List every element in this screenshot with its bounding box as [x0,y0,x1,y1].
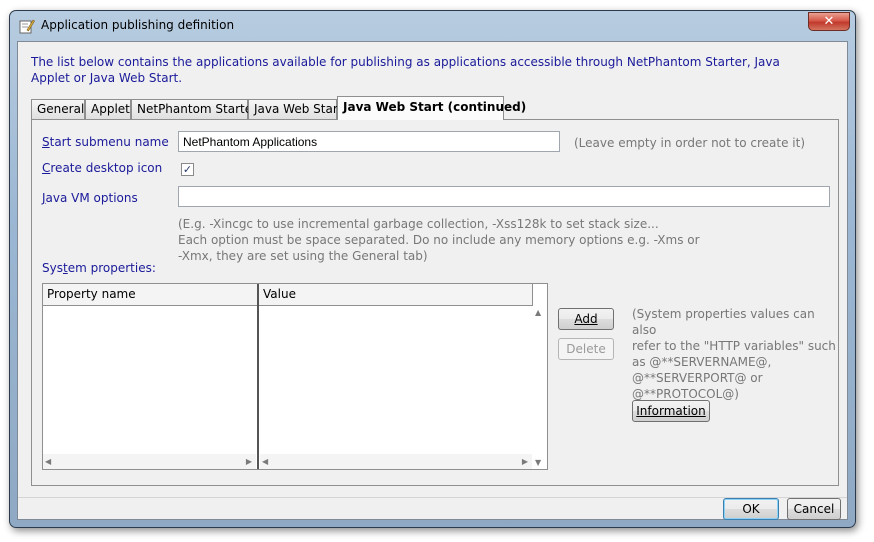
dialog-window: Application publishing definition ✕ The … [9,10,856,528]
start-submenu-hint: (Leave empty in order not to create it) [574,136,806,150]
jvm-hint-line: Each option must be space separated. Do … [178,233,700,247]
system-properties-table[interactable]: Property name Value ◀ ▶ ◀ ▶ ▲ ▼ [42,283,548,470]
tab-panel: Start submenu name (Leave empty in order… [31,119,839,486]
scroll-left-icon[interactable]: ◀ [45,457,51,466]
property-name-hscrollbar[interactable]: ◀ ▶ [43,454,256,469]
scroll-right-icon[interactable]: ▶ [522,457,528,466]
system-properties-label: System properties: [42,261,156,275]
desktop-icon-checkbox[interactable]: ✓ [181,163,194,176]
jvm-hint-line: -Xmx, they are set using the General tab… [178,249,428,263]
delete-button[interactable]: Delete [558,338,614,360]
column-divider [257,284,259,469]
value-hscrollbar[interactable]: ◀ ▶ [260,454,532,469]
pen-document-icon [19,19,35,34]
title-bar[interactable]: Application publishing definition ✕ [10,11,855,41]
tab-java-web-start[interactable]: Java Web Start [248,99,342,119]
tab-netphantom-starter[interactable]: NetPhantom Starter [131,99,257,119]
add-button[interactable]: Add [558,308,614,330]
note-line: as @**SERVERNAME@, [632,355,772,369]
note-line: @**SERVERPORT@ or [632,371,763,385]
desktop-icon-label: Create desktop icon [42,161,163,175]
start-submenu-label: Start submenu name [42,135,169,149]
checkmark-icon: ✓ [182,163,193,176]
intro-text: The list below contains the applications… [31,55,780,85]
window-title: Application publishing definition [41,18,235,32]
start-submenu-input[interactable] [178,131,560,152]
ok-button[interactable]: OK [723,498,779,520]
scroll-right-icon[interactable]: ▶ [246,457,252,466]
column-header-value[interactable]: Value [259,284,533,306]
cancel-button[interactable]: Cancel [787,498,841,520]
tab-applet[interactable]: Applet [85,99,131,119]
tab-general[interactable]: General [31,99,85,119]
jvm-options-hint: (E.g. -Xincgc to use incremental garbage… [178,216,700,264]
information-button[interactable]: Information [632,400,710,422]
scroll-up-icon[interactable]: ▲ [535,308,541,317]
close-icon: ✕ [823,14,835,29]
system-properties-note: (System properties values can also refer… [632,306,838,402]
scroll-left-icon[interactable]: ◀ [262,457,268,466]
note-line: refer to the "HTTP variables" such [632,339,836,353]
scroll-down-icon[interactable]: ▼ [535,458,541,467]
footer-divider [18,497,847,498]
close-button[interactable]: ✕ [808,12,850,31]
tab-java-web-start-continued[interactable]: Java Web Start (continued) [337,96,526,120]
table-vscrollbar[interactable]: ▲ ▼ [532,306,547,469]
jvm-hint-line: (E.g. -Xincgc to use incremental garbage… [178,217,659,231]
jvm-options-input[interactable] [178,186,830,207]
dialog-client-area: The list below contains the applications… [17,41,848,520]
column-header-property-name[interactable]: Property name [43,284,259,306]
note-line: (System properties values can also [632,307,815,337]
jvm-options-label: Java VM options [42,191,138,205]
